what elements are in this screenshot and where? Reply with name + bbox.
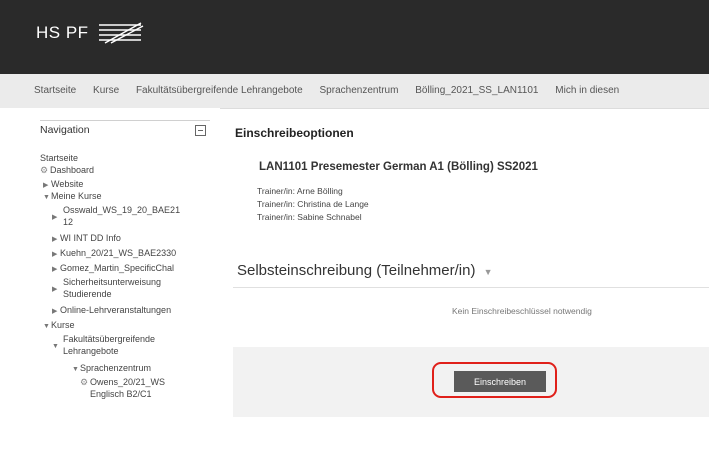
- chevron-right-icon: ▶: [52, 308, 58, 315]
- trainer-line: Trainer/in: Arne Bölling: [257, 186, 343, 196]
- nav-item-fakultaet-cont: Lehrangebote: [63, 346, 119, 356]
- trainer-line: Trainer/in: Sabine Schnabel: [257, 212, 362, 222]
- divider: [40, 120, 210, 121]
- nav-item-course-owens-cont: Englisch B2/C1: [90, 389, 152, 399]
- navbar-item-course[interactable]: Bölling_2021_SS_LAN1101: [415, 85, 538, 96]
- dashboard-icon: ⚙: [40, 165, 49, 175]
- nav-item-course-kuehn[interactable]: ▶ Kuehn_20/21_WS_BAE2330: [52, 247, 176, 261]
- chevron-right-icon: ▶: [52, 251, 58, 258]
- nav-item-course-osswald-arrow[interactable]: ▶: [52, 210, 60, 224]
- nav-item-course-sicherheit[interactable]: Sicherheitsunterweisung: [63, 276, 161, 288]
- nav-item-meine-kurse[interactable]: ▼Meine Kurse: [43, 190, 102, 204]
- nav-item-fakultaet[interactable]: Fakultätsübergreifende: [63, 333, 155, 345]
- chevron-right-icon: ▶: [52, 214, 58, 221]
- nav-item-course-gomez[interactable]: ▶ Gomez_Martin_SpecificChal: [52, 262, 174, 276]
- nav-item-course-sicherheit-cont: Studierende: [63, 289, 112, 299]
- site-header: HS PF: [0, 0, 709, 74]
- enrol-button[interactable]: Einschreiben: [454, 371, 546, 392]
- breadcrumb-navbar: Startseite Kurse Fakultätsübergreifende …: [0, 74, 709, 109]
- course-title: LAN1101 Presemester German A1 (Bölling) …: [259, 161, 538, 173]
- chevron-down-icon: ▼: [43, 194, 50, 201]
- no-key-notice: Kein Einschreibeschlüssel notwendig: [452, 306, 592, 316]
- chevron-down-icon: ▼: [43, 323, 50, 330]
- nav-item-fakultaet-arrow[interactable]: ▼: [52, 339, 60, 353]
- nav-item-course-owens[interactable]: ⚙ Owens_20/21_WS: [80, 376, 165, 388]
- nav-item-course-sicherheit-arrow[interactable]: ▶: [52, 282, 60, 296]
- nav-item-course-osswald[interactable]: Osswald_WS_19_20_BAE21: [63, 204, 180, 216]
- nav-item-online-lehr[interactable]: ▶ Online-Lehrveranstaltungen: [52, 304, 171, 318]
- navigation-block: Navigation Startseite ⚙ Dashboard ▶ Websit…: [0, 108, 220, 472]
- chevron-right-icon: ▶: [52, 236, 58, 243]
- nav-item-kurse[interactable]: ▼Kurse: [43, 319, 75, 333]
- navbar-item-sprachenzentrum[interactable]: Sprachenzentrum: [320, 85, 399, 96]
- course-icon: ⚙: [80, 377, 89, 387]
- nav-item-sprachenzentrum[interactable]: ▼Sprachenzentrum: [72, 362, 151, 376]
- chevron-down-icon: ▼: [72, 366, 79, 373]
- chevron-down-icon: ▼: [483, 267, 493, 277]
- divider: [233, 287, 709, 288]
- logo[interactable]: HS PF: [36, 22, 145, 44]
- navbar-item-kurse[interactable]: Kurse: [93, 85, 119, 96]
- chevron-right-icon: ▶: [52, 286, 58, 293]
- nav-item-course-wi-int[interactable]: ▶ WI INT DD Info: [52, 232, 121, 246]
- chevron-right-icon: ▶: [52, 266, 58, 273]
- navbar-item-enrol-me[interactable]: Mich in diesen: [555, 85, 619, 96]
- page-title: Einschreibeoptionen: [235, 126, 354, 140]
- navbar-item-fakultaet[interactable]: Fakultätsübergreifende Lehrangebote: [136, 85, 303, 96]
- logo-stripes-icon: [98, 22, 143, 44]
- nav-item-startseite[interactable]: Startseite: [40, 152, 78, 164]
- navigation-title: Navigation: [40, 124, 90, 136]
- logo-text: HS PF: [36, 23, 89, 42]
- nav-item-course-osswald-cont: 12: [63, 217, 74, 227]
- collapse-block-button[interactable]: [195, 125, 206, 136]
- trainer-line: Trainer/in: Christina de Lange: [257, 199, 369, 209]
- nav-item-dashboard[interactable]: ⚙ Dashboard: [40, 164, 94, 176]
- self-enrolment-heading[interactable]: Selbsteinschreibung (Teilnehmer/in) ▼: [237, 262, 493, 279]
- navbar-item-startseite[interactable]: Startseite: [34, 85, 76, 96]
- chevron-down-icon: ▼: [52, 343, 59, 350]
